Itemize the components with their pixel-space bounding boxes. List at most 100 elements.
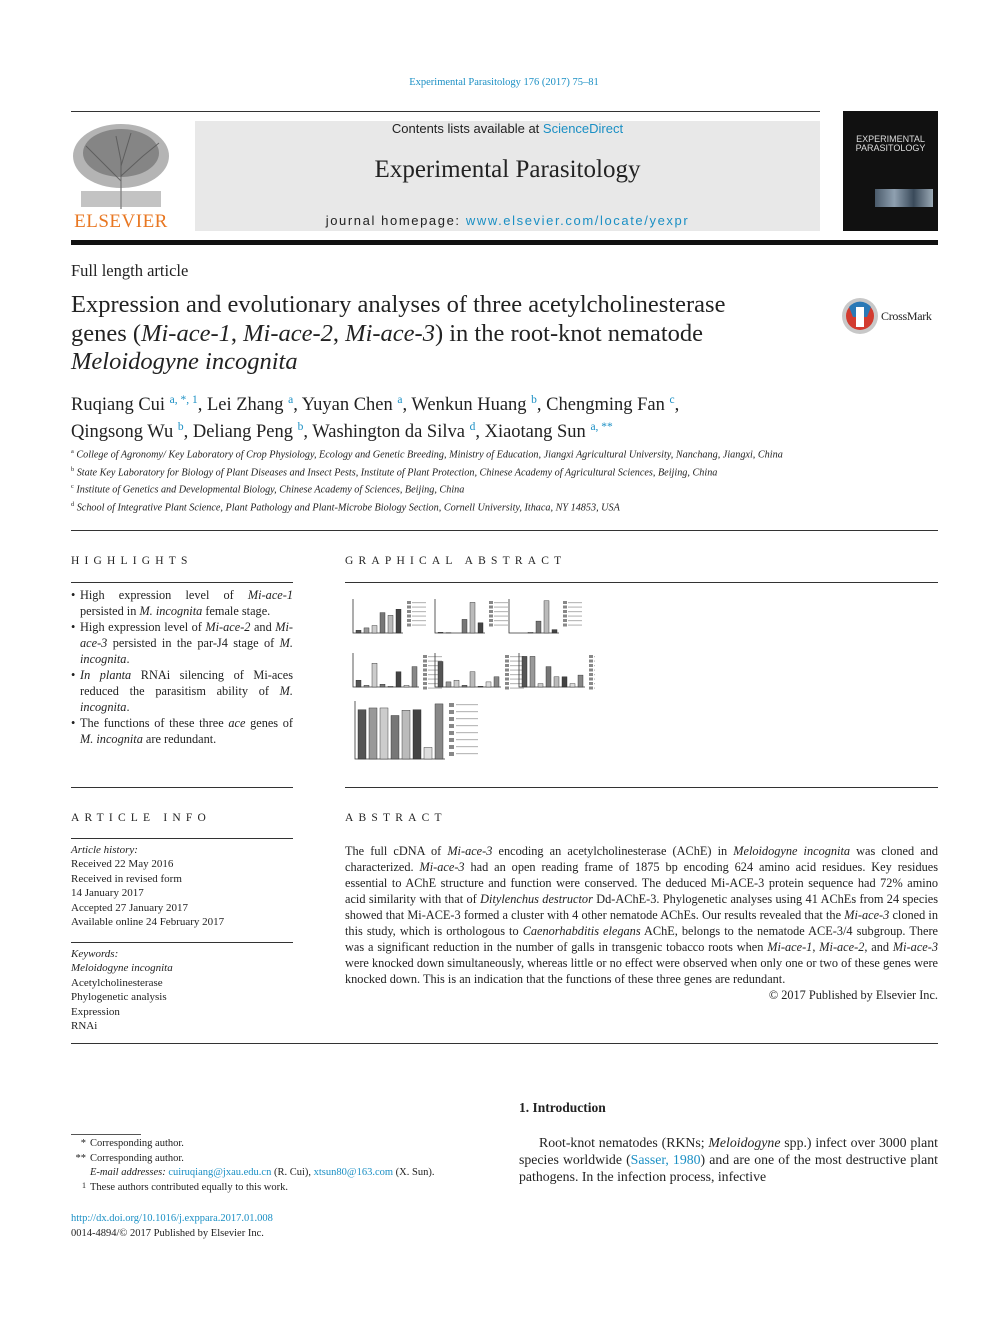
graphical-abstract-panel [508, 599, 582, 634]
panel-legend-text [456, 739, 478, 741]
panel-legend-text [428, 687, 442, 689]
panel-legend-swatch [589, 655, 593, 658]
journal-cover[interactable]: EXPERIMENTAL PARASITOLOGY [843, 111, 938, 231]
history-label: Article history: [71, 844, 138, 856]
panel-bar [363, 627, 370, 634]
panel-bar [411, 666, 418, 688]
panel-bar [395, 671, 402, 688]
panel-bar [403, 685, 410, 688]
author-affiliation-marker[interactable]: b [298, 421, 304, 433]
panel-legend-swatch [505, 664, 509, 667]
author-affiliation-marker[interactable]: a [397, 394, 402, 406]
panel-legend-swatch [489, 610, 493, 613]
panel-bar [379, 612, 386, 634]
author[interactable]: Chengming Fan c, [546, 394, 679, 415]
panel-legend-swatch [407, 623, 411, 627]
author[interactable]: Wenkun Huang b, [411, 394, 546, 415]
elsevier-tree-icon [73, 124, 169, 209]
panel-bar [461, 685, 468, 688]
panel-bar [445, 681, 452, 688]
author[interactable]: Washington da Silva d, [312, 421, 484, 442]
panel-bar [485, 681, 492, 688]
doi-block: http://dx.doi.org/10.1016/j.exppara.2017… [71, 1211, 273, 1241]
doi-link[interactable]: http://dx.doi.org/10.1016/j.exppara.2017… [71, 1213, 273, 1224]
cover-title: EXPERIMENTAL PARASITOLOGY [855, 134, 926, 153]
panel-bar [437, 632, 444, 634]
panel-legend-swatch [407, 610, 411, 613]
introduction-text: Root-knot nematodes (RKNs; Meloidogyne s… [519, 1135, 938, 1184]
email-link-cui[interactable]: cuiruqiang@jxau.edu.cn [168, 1167, 271, 1178]
panel-legend-swatch [449, 703, 454, 707]
sciencedirect-link[interactable]: ScienceDirect [543, 121, 623, 136]
panel-legend-text [456, 704, 478, 706]
article-title: Expression and evolutionary analyses of … [71, 291, 726, 376]
panel-legend-text [412, 602, 426, 604]
history-entry: Received in revised form [71, 872, 182, 885]
crossmark-badge[interactable]: CrossMark [841, 297, 941, 335]
journal-reference[interactable]: Experimental Parasitology 176 (2017) 75–… [0, 77, 992, 88]
author-affiliation-marker[interactable]: b [531, 394, 537, 406]
panel-bar [423, 747, 433, 760]
homepage-label: journal homepage: [325, 213, 466, 228]
panel-bar [437, 661, 444, 688]
graphical-abstract-figure[interactable] [345, 597, 595, 769]
graphical-abstract-heading: GRAPHICAL ABSTRACT [345, 555, 567, 567]
author-affiliation-marker[interactable]: a, ** [590, 421, 612, 433]
panel-legend-swatch [449, 738, 454, 742]
panel-bar [395, 608, 402, 634]
history-entry: Available online 24 February 2017 [71, 916, 225, 929]
panel-bar [469, 671, 476, 688]
affiliations: a College of Agronomy/ Key Laboratory of… [71, 445, 941, 516]
panel-legend-text [494, 606, 508, 608]
panel-legend-text [594, 665, 595, 667]
author[interactable]: Lei Zhang a, [207, 394, 302, 415]
author[interactable]: Ruqiang Cui a, *, 1, [71, 394, 207, 415]
panel-legend-text [456, 718, 478, 720]
author-affiliation-marker[interactable]: a, *, 1 [170, 394, 198, 406]
panel-legend-swatch [505, 686, 509, 690]
affiliation: c Institute of Genetics and Developmenta… [71, 483, 465, 496]
panel-bar [412, 709, 422, 760]
author[interactable]: Qingsong Wu b, [71, 421, 193, 442]
panel-legend-swatch [407, 619, 411, 622]
panel-legend-text [594, 669, 595, 671]
author-affiliation-marker[interactable]: a [288, 394, 293, 406]
panel-legend-text [594, 656, 595, 658]
panel-bar [461, 619, 468, 634]
graphical-abstract-panel [518, 653, 595, 690]
panel-legend-swatch [423, 659, 427, 663]
author-affiliation-marker[interactable]: d [470, 421, 476, 433]
homepage-link[interactable]: www.elsevier.com/locate/yexpr [466, 213, 689, 228]
keyword: Acetylcholinesterase [71, 976, 163, 989]
author-affiliation-marker[interactable]: b [178, 421, 184, 433]
elsevier-wordmark: ELSEVIER [74, 211, 168, 232]
abstract-text: The full cDNA of Mi-ace-3 encoding an ac… [345, 844, 939, 986]
citation-link[interactable]: Sasser, 1980 [631, 1152, 701, 1167]
author[interactable]: Yuyan Chen a, [302, 394, 412, 415]
panel-legend-swatch [589, 673, 593, 676]
panel-legend-swatch [505, 673, 509, 676]
elsevier-logo: ELSEVIER [71, 121, 171, 233]
highlight-item: High expression level of Mi-ace-1 persis… [71, 588, 293, 620]
crossmark-icon [842, 298, 878, 334]
panel-legend-text [494, 624, 508, 626]
author-affiliation-marker[interactable]: c [669, 394, 674, 406]
panel-bar [537, 683, 544, 688]
email-link-sun[interactable]: xtsun80@163.com [314, 1167, 393, 1178]
author[interactable]: Xiaotang Sun a, ** [485, 421, 613, 442]
abstract-heading: ABSTRACT [345, 812, 447, 824]
panel-bar [390, 715, 400, 760]
panel-legend-text [456, 711, 478, 713]
keywords: Keywords: Meloidogyne incognita Acetylcho… [71, 947, 293, 1033]
panel-legend-swatch [423, 682, 427, 685]
affiliation: a College of Agronomy/ Key Laboratory of… [71, 448, 783, 461]
panel-legend-swatch [449, 717, 454, 721]
highlight-item: High expression level of Mi-ace-2 and Mi… [71, 620, 293, 668]
panel-legend-text [568, 606, 582, 608]
panel-bar [371, 662, 378, 688]
panel-axis [434, 599, 485, 634]
panel-legend-swatch [449, 731, 454, 735]
author[interactable]: Deliang Peng b, [193, 421, 312, 442]
panel-legend-swatch [563, 614, 567, 618]
panel-legend-text [456, 753, 478, 755]
